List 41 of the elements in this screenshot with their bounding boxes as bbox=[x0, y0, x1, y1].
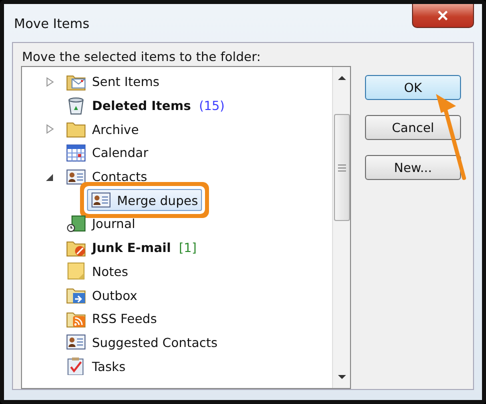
folder-item[interactable]: Tasks bbox=[62, 355, 130, 378]
folder-item[interactable]: Outbox bbox=[62, 284, 142, 306]
folder-item[interactable]: Calendar bbox=[62, 142, 152, 164]
contact-card-icon bbox=[66, 333, 86, 352]
outbox-folder-icon bbox=[66, 286, 86, 304]
rss-folder-icon bbox=[66, 310, 86, 328]
expand-icon[interactable] bbox=[46, 124, 54, 134]
window-title: Move Items bbox=[14, 17, 90, 32]
folder-item[interactable]: RSS Feeds bbox=[62, 308, 161, 330]
calendar-icon bbox=[66, 144, 86, 162]
prompt-label: Move the selected items to the folder: bbox=[22, 49, 262, 64]
scroll-thumb[interactable] bbox=[334, 114, 350, 221]
folder-item[interactable]: Junk E-mail [1] bbox=[62, 236, 201, 259]
folder-item[interactable]: Contacts bbox=[62, 166, 152, 188]
scrollbar[interactable] bbox=[332, 67, 350, 388]
contact-card-icon bbox=[91, 191, 111, 210]
scroll-down-icon[interactable] bbox=[338, 375, 346, 380]
unread-count: (15) bbox=[198, 98, 225, 114]
grip-icon bbox=[338, 164, 346, 172]
contact-card-icon bbox=[66, 168, 86, 186]
dialog-button[interactable]: New... bbox=[365, 155, 461, 180]
folder-item[interactable]: Sent Items bbox=[62, 70, 164, 93]
dialog-button[interactable]: OK bbox=[365, 75, 461, 100]
trash-icon bbox=[66, 96, 86, 115]
unread-count: [1] bbox=[178, 240, 197, 256]
folder-item[interactable]: Journal bbox=[62, 212, 140, 235]
folder-item[interactable]: Suggested Contacts bbox=[62, 331, 222, 354]
mail-folder-icon bbox=[66, 72, 86, 91]
collapse-icon[interactable] bbox=[46, 172, 54, 182]
journal-book-icon bbox=[66, 214, 86, 233]
folder-icon bbox=[66, 120, 86, 138]
scroll-up-icon[interactable] bbox=[338, 75, 346, 80]
expand-icon[interactable] bbox=[46, 76, 54, 87]
folder-item[interactable]: Deleted Items (15) bbox=[62, 94, 229, 117]
dialog-button[interactable]: Cancel bbox=[365, 115, 461, 140]
folder-item[interactable]: Notes bbox=[62, 260, 132, 282]
task-clipboard-icon bbox=[66, 357, 86, 376]
close-button[interactable]: ✕ bbox=[412, 4, 474, 28]
note-icon bbox=[66, 262, 86, 280]
junk-folder-icon bbox=[66, 238, 86, 257]
folder-item[interactable]: Archive bbox=[62, 118, 143, 140]
